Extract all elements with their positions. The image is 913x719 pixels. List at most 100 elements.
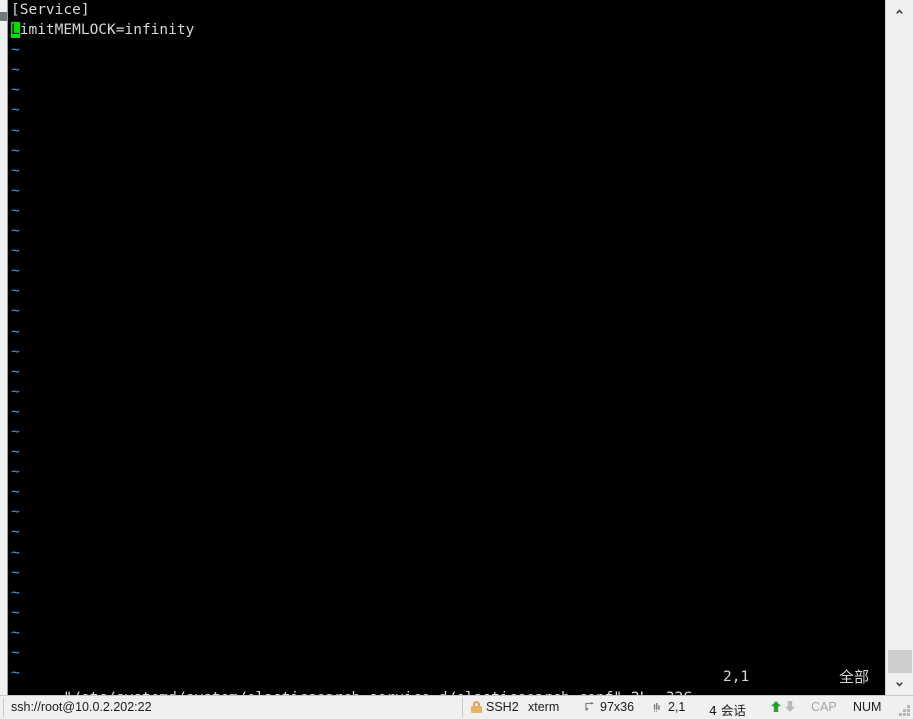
cursor-position-indicator[interactable]: 2,1 xyxy=(653,700,685,714)
terminal-line: ~ xyxy=(11,261,885,281)
terminal-type-indicator[interactable]: xterm xyxy=(528,700,559,714)
terminal-line: LimitMEMLOCK=infinity xyxy=(11,20,885,40)
terminal-line: ~ xyxy=(11,462,885,482)
terminal-line: ~ xyxy=(11,281,885,301)
vim-empty-line-marker: ~ xyxy=(11,564,20,581)
lock-icon xyxy=(471,701,482,713)
xshell-window: [Service] LimitMEMLOCK=infinity ~ ~ ~ ~ ~ ~ ~ ~ ~ ~… xyxy=(0,0,913,719)
resize-grip-icon[interactable] xyxy=(898,705,911,718)
terminal-line: ~ xyxy=(11,241,885,261)
terminal-line: ~ xyxy=(11,40,885,60)
vim-empty-line-marker: ~ xyxy=(11,343,20,360)
left-docked-panel[interactable] xyxy=(0,0,8,695)
vim-empty-line-marker: ~ xyxy=(11,383,20,400)
terminal-line: ~ xyxy=(11,603,885,623)
vim-cursor-position: 2,1 xyxy=(723,669,750,685)
vim-empty-line-marker: ~ xyxy=(11,464,20,481)
scroll-down-button[interactable] xyxy=(886,673,913,695)
terminal-type-label: xterm xyxy=(528,700,560,714)
terminal-line: ~ xyxy=(11,382,885,402)
vim-empty-line-marker: ~ xyxy=(11,202,20,219)
chevron-down-icon xyxy=(896,681,903,687)
scroll-up-button[interactable] xyxy=(886,0,913,22)
num-lock-indicator: NUM xyxy=(853,700,881,714)
vim-empty-line-marker: ~ xyxy=(11,102,20,119)
vim-empty-line-marker: ~ xyxy=(11,423,20,440)
caps-lock-label: CAP xyxy=(811,700,837,714)
terminal-line: ~ xyxy=(11,643,885,663)
vim-empty-line-marker: ~ xyxy=(11,524,20,541)
terminal-cursor: L xyxy=(11,22,20,39)
vim-empty-line-marker: ~ xyxy=(11,162,20,179)
cursor-position-label: 2,1 xyxy=(668,700,686,714)
vim-empty-line-marker: ~ xyxy=(11,243,20,260)
terminal-line: ~ xyxy=(11,342,885,362)
terminal-text: [Service] xyxy=(11,2,90,18)
terminal-line: ~ xyxy=(11,522,885,542)
terminal-line: ~ xyxy=(11,442,885,462)
vim-empty-line-marker: ~ xyxy=(11,263,20,280)
terminal-line: ~ xyxy=(11,362,885,382)
terminal-line: ~ xyxy=(11,402,885,422)
terminal-line: ~ xyxy=(11,100,885,120)
terminal-line: ~ xyxy=(11,322,885,342)
protocol-label: SSH2 xyxy=(486,700,519,714)
terminal-lines: [Service] LimitMEMLOCK=infinity ~ ~ ~ ~ ~ ~ ~ ~ ~ ~… xyxy=(11,0,885,683)
vim-scroll-indicator: 全部 xyxy=(839,668,870,686)
terminal-line: ~ xyxy=(11,422,885,442)
terminal-line: ~ xyxy=(11,60,885,80)
terminal-line: ~ xyxy=(11,80,885,100)
terminal-line: [Service] xyxy=(11,0,885,20)
terminal-text: imitMEMLOCK=infinity xyxy=(19,22,195,39)
terminal-line: ~ xyxy=(11,543,885,563)
vim-empty-line-marker: ~ xyxy=(11,544,20,561)
chevron-up-icon xyxy=(896,8,903,14)
vim-empty-line-marker: ~ xyxy=(11,62,20,79)
terminal-line: ~ xyxy=(11,161,885,181)
vim-empty-line-marker: ~ xyxy=(11,484,20,501)
terminal-line: ~ xyxy=(11,623,885,643)
terminal-size-indicator[interactable]: 97x36 xyxy=(585,700,634,714)
terminal-line: ~ xyxy=(11,221,885,241)
terminal-size-label: 97x36 xyxy=(600,700,635,714)
vim-empty-line-marker: ~ xyxy=(11,584,20,601)
statusbar-separator-left xyxy=(3,698,4,717)
vertical-scrollbar[interactable] xyxy=(885,0,913,695)
vim-empty-line-marker: ~ xyxy=(11,303,20,320)
scrollbar-track[interactable] xyxy=(886,22,913,683)
terminal-line: ~ xyxy=(11,482,885,502)
vim-empty-line-marker: ~ xyxy=(11,645,20,661)
vim-empty-line-marker: ~ xyxy=(11,363,20,380)
vim-empty-line-marker: ~ xyxy=(11,504,20,521)
vim-status-line: "/etc/systemd/system/elasticsearch.servi… xyxy=(11,667,885,695)
connection-url[interactable]: ssh://root@10.0.2.202:22 xyxy=(11,700,152,714)
cursor-position-icon xyxy=(653,702,660,712)
protocol-indicator[interactable]: SSH2 xyxy=(471,700,519,714)
terminal-line: ~ xyxy=(11,583,885,603)
status-bar: ssh://root@10.0.2.202:22 SSH2 xterm 97x3… xyxy=(0,695,913,719)
arrow-up-icon[interactable] xyxy=(770,700,782,713)
sessions-label: 4 会话 xyxy=(709,703,746,718)
caps-lock-indicator: CAP xyxy=(811,700,837,714)
vim-empty-line-marker: ~ xyxy=(11,223,20,240)
vim-empty-line-marker: ~ xyxy=(11,444,20,461)
arrow-down-icon[interactable] xyxy=(784,700,796,713)
terminal-line: ~ xyxy=(11,563,885,583)
vim-empty-line-marker: ~ xyxy=(11,624,20,641)
vim-empty-line-marker: ~ xyxy=(11,82,20,99)
terminal-line: ~ xyxy=(11,181,885,201)
sessions-indicator[interactable]: 4 会话 xyxy=(709,700,746,719)
terminal-line: ~ xyxy=(11,301,885,321)
num-lock-label: NUM xyxy=(853,700,882,714)
terminal-screen[interactable]: [Service] LimitMEMLOCK=infinity ~ ~ ~ ~ ~ ~ ~ ~ ~ ~… xyxy=(8,0,885,695)
vim-empty-line-marker: ~ xyxy=(11,403,20,420)
vim-empty-line-marker: ~ xyxy=(11,182,20,199)
statusbar-separator-1 xyxy=(462,698,463,717)
vim-empty-line-marker: ~ xyxy=(11,142,20,159)
resize-icon xyxy=(585,702,594,711)
vim-empty-line-marker: ~ xyxy=(11,323,20,340)
vim-empty-line-marker: ~ xyxy=(11,42,20,59)
terminal-line: ~ xyxy=(11,121,885,141)
terminal-line: ~ xyxy=(11,502,885,522)
vim-empty-line-marker: ~ xyxy=(11,122,20,139)
